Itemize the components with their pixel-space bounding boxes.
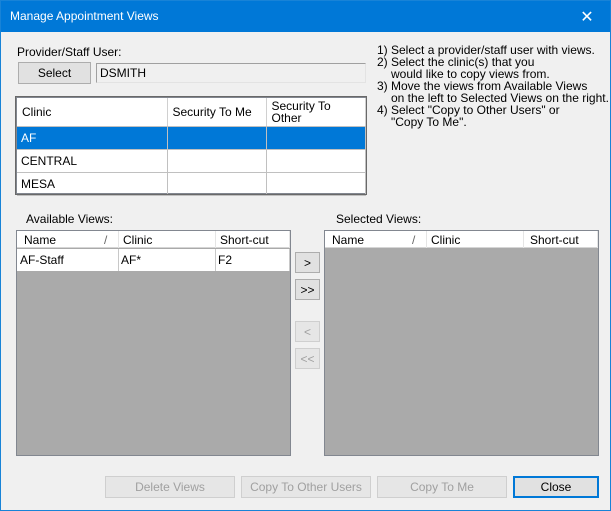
manage-appointment-views-dialog: Manage Appointment Views ✕ Provider/Staf… <box>0 0 611 511</box>
window-title: Manage Appointment Views <box>10 9 159 23</box>
clinic-cell-security-to-me[interactable] <box>167 149 267 173</box>
clinic-cell-clinic[interactable]: MESA <box>17 172 168 196</box>
selected-views-list[interactable]: Name / Clinic Short-cut <box>324 230 599 456</box>
clinic-cell-security-to-other[interactable] <box>266 149 366 173</box>
available-view-shortcut: F2 <box>218 253 233 267</box>
provider-field[interactable]: DSMITH <box>96 63 366 83</box>
instructions: 1) Select a provider/staff user with vie… <box>377 44 609 128</box>
clinic-cell-clinic[interactable]: CENTRAL <box>17 149 168 173</box>
delete-views-button[interactable]: Delete Views <box>105 476 235 498</box>
move-one-right-button[interactable]: > <box>295 252 320 273</box>
selected-views-label: Selected Views: <box>336 212 422 226</box>
move-all-left-button[interactable]: << <box>295 348 320 369</box>
title-bar[interactable]: Manage Appointment Views ✕ <box>1 1 610 32</box>
clinic-header[interactable]: Clinic <box>17 98 168 127</box>
copy-to-other-users-button[interactable]: Copy To Other Users <box>241 476 371 498</box>
available-views-header: Name / Clinic Short-cut <box>17 231 290 248</box>
available-view-row[interactable]: AF-Staff AF* F2 <box>17 249 290 271</box>
copy-to-me-button[interactable]: Copy To Me <box>377 476 507 498</box>
move-one-left-button[interactable]: < <box>295 321 320 342</box>
clinic-grid[interactable]: Clinic Security To Me Security To Other … <box>15 96 367 196</box>
clinic-row[interactable]: CENTRAL <box>17 149 366 173</box>
available-name-column[interactable]: Name <box>24 233 56 247</box>
sort-ascending-icon: / <box>412 233 416 247</box>
clinic-cell-clinic[interactable]: AF <box>17 126 168 150</box>
available-views-label: Available Views: <box>26 212 113 226</box>
available-view-name: AF-Staff <box>20 253 64 267</box>
security-to-other-header[interactable]: Security To Other <box>266 98 366 127</box>
available-clinic-column[interactable]: Clinic <box>123 233 152 247</box>
clinic-cell-security-to-other[interactable] <box>266 172 366 196</box>
clinic-cell-security-to-me[interactable] <box>167 126 267 150</box>
clinic-row[interactable]: AF <box>17 126 366 150</box>
selected-shortcut-column[interactable]: Short-cut <box>530 233 579 247</box>
available-shortcut-column[interactable]: Short-cut <box>220 233 269 247</box>
close-icon[interactable]: ✕ <box>564 1 610 32</box>
clinic-row[interactable]: MESA <box>17 172 366 196</box>
selected-views-header: Name / Clinic Short-cut <box>325 231 598 248</box>
available-view-clinic: AF* <box>121 253 142 267</box>
security-to-me-header[interactable]: Security To Me <box>167 98 267 127</box>
clinic-cell-security-to-other[interactable] <box>266 126 366 150</box>
instruction-line: "Copy To Me". <box>391 115 467 129</box>
selected-clinic-column[interactable]: Clinic <box>431 233 460 247</box>
move-all-right-button[interactable]: >> <box>295 279 320 300</box>
selected-name-column[interactable]: Name <box>332 233 364 247</box>
available-views-list[interactable]: Name / Clinic Short-cut AF-Staff AF* F2 <box>16 230 291 456</box>
clinic-cell-security-to-me[interactable] <box>167 172 267 196</box>
provider-label: Provider/Staff User: <box>17 45 122 59</box>
close-button[interactable]: Close <box>513 476 599 498</box>
select-provider-button[interactable]: Select <box>18 62 91 84</box>
sort-ascending-icon: / <box>104 233 108 247</box>
